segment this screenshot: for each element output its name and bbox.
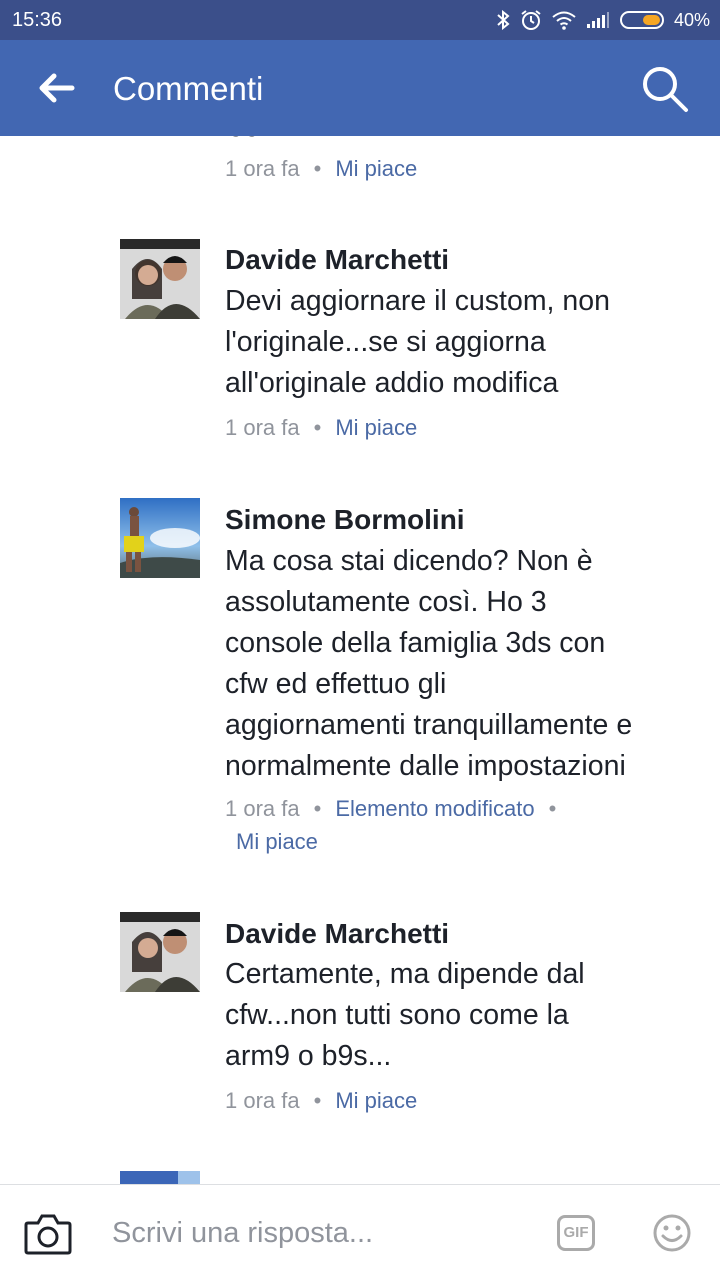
comment-time: 1 ora fa bbox=[225, 156, 300, 181]
signal-icon bbox=[586, 11, 610, 29]
search-icon[interactable] bbox=[640, 64, 690, 114]
text-line: l'originale...se si aggiorna bbox=[225, 326, 546, 358]
text-line: Devi aggiornare il custom, non bbox=[225, 285, 610, 317]
text-line: arm9 o b9s... bbox=[225, 1040, 392, 1072]
alarm-icon bbox=[520, 9, 542, 31]
comment-meta: 1 ora fa • Elemento modificato • bbox=[225, 796, 557, 821]
text-line: Certamente, ma dipende dal bbox=[225, 958, 585, 990]
comment-time: 1 ora fa bbox=[225, 796, 300, 821]
edited-link[interactable]: Elemento modificato bbox=[335, 796, 534, 821]
comment-meta: 1 ora fa • Mi piace bbox=[225, 415, 418, 440]
clipped-text bbox=[226, 136, 286, 138]
comment-meta-second-line: Mi piace bbox=[236, 829, 318, 855]
comment-text: Devi aggiornare il custom, non l'origina… bbox=[225, 281, 700, 404]
text-line: aggiornamenti tranquillamente e bbox=[225, 709, 633, 741]
bluetooth-icon bbox=[496, 10, 510, 30]
page-title: Commenti bbox=[113, 70, 264, 107]
like-link[interactable]: Mi piace bbox=[335, 415, 417, 440]
avatar[interactable] bbox=[120, 1171, 200, 1184]
comment-author[interactable]: Simone Bormolini bbox=[225, 504, 465, 536]
avatar[interactable] bbox=[120, 912, 200, 992]
comment-text: Certamente, ma dipende dal cfw...non tut… bbox=[225, 954, 700, 1077]
like-link[interactable]: Mi piace bbox=[236, 829, 318, 854]
reply-input[interactable]: Scrivi una risposta... bbox=[112, 1217, 373, 1250]
comment-meta: 1 ora fa • Mi piace bbox=[225, 156, 418, 181]
camera-icon[interactable] bbox=[24, 1213, 72, 1255]
text-line: all'originale addio modifica bbox=[225, 367, 559, 399]
app-bar: Commenti bbox=[0, 40, 720, 136]
battery-percent: 40% bbox=[673, 9, 710, 30]
clipped-author bbox=[225, 1176, 485, 1184]
like-link[interactable]: Mi piace bbox=[335, 156, 417, 181]
text-line: cfw...non tutti sono come la bbox=[225, 999, 569, 1031]
text-line: assolutamente così. Ho 3 bbox=[225, 586, 547, 618]
avatar[interactable] bbox=[120, 239, 200, 319]
comment-meta: 1 ora fa • Mi piace bbox=[225, 1088, 418, 1113]
arrow-left-icon[interactable] bbox=[36, 68, 76, 108]
status-bar: 15:36 40% bbox=[0, 0, 720, 40]
status-time: 15:36 bbox=[12, 9, 63, 31]
comment-time: 1 ora fa bbox=[225, 415, 300, 440]
like-link[interactable]: Mi piace bbox=[335, 1088, 417, 1113]
comment-time: 1 ora fa bbox=[225, 1088, 300, 1113]
text-line: normalmente dalle impostazioni bbox=[225, 750, 626, 782]
status-icons: 40% bbox=[496, 8, 710, 32]
comment-author[interactable]: Davide Marchetti bbox=[225, 918, 449, 950]
reply-composer: Scrivi una risposta... GIF bbox=[0, 1184, 720, 1281]
text-line: cfw ed effettuo gli bbox=[225, 668, 447, 700]
comment-text: Ma cosa stai dicendo? Non è assolutament… bbox=[225, 541, 700, 787]
text-line: Ma cosa stai dicendo? Non è bbox=[225, 545, 593, 577]
avatar[interactable] bbox=[120, 498, 200, 578]
smiley-icon[interactable] bbox=[652, 1213, 692, 1253]
comments-list: 1 ora fa • Mi piace Davide Marchetti Devi … bbox=[0, 136, 720, 1184]
text-line: console della famiglia 3ds con bbox=[225, 627, 606, 659]
comment-author[interactable]: Davide Marchetti bbox=[225, 244, 449, 276]
gif-button[interactable]: GIF bbox=[557, 1215, 595, 1251]
battery-icon bbox=[619, 11, 664, 29]
wifi-icon bbox=[552, 10, 576, 30]
